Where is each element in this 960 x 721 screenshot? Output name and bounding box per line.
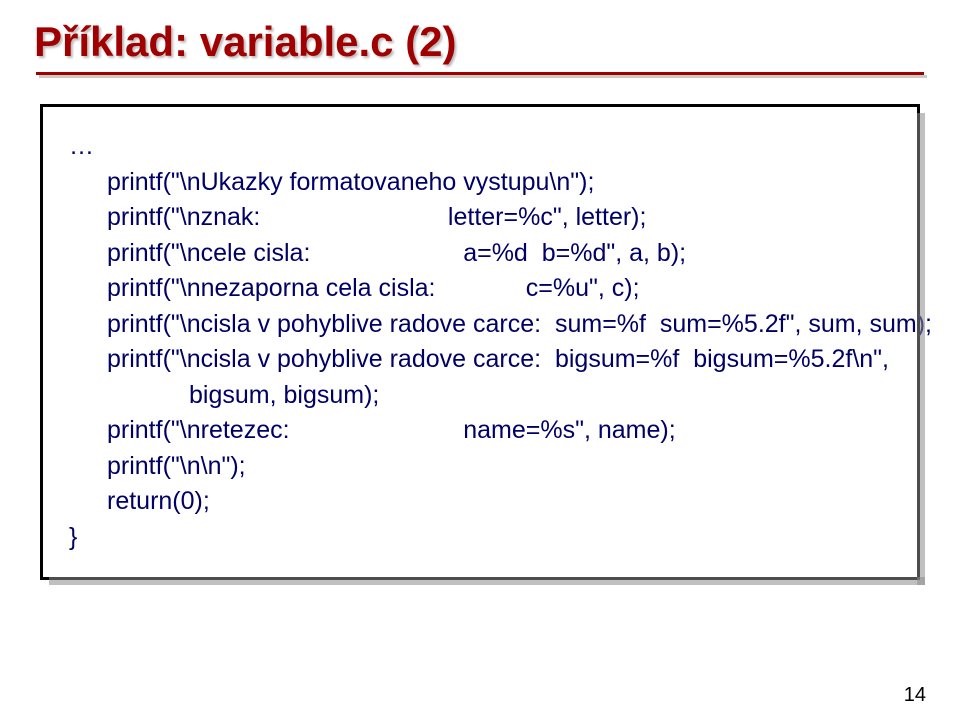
code-line: printf("\ncisla v pohyblive radove carce… [69, 342, 891, 378]
code-line: printf("\n\n"); [69, 449, 891, 485]
code-line: printf("\ncisla v pohyblive radove carce… [69, 307, 891, 343]
code-line: printf("\nretezec: name=%s", name); [69, 413, 891, 449]
page-number: 14 [904, 684, 926, 707]
code-line: printf("\nznak: letter=%c", letter); [69, 200, 891, 236]
code-line: printf("\nnezaporna cela cisla: c=%u", c… [69, 271, 891, 307]
code-line: } [69, 520, 891, 556]
slide-title: Příklad: variable.c (2) [34, 18, 926, 66]
title-underline [36, 72, 924, 78]
code-line: return(0); [69, 484, 891, 520]
code-line: printf("\ncele cisla: a=%d b=%d", a, b); [69, 236, 891, 272]
code-box: … printf("\nUkazky formatovaneho vystupu… [40, 104, 920, 580]
code-line: printf("\nUkazky formatovaneho vystupu\n… [69, 165, 891, 201]
code-line: bigsum, bigsum); [69, 378, 891, 414]
code-line: … [69, 129, 891, 165]
